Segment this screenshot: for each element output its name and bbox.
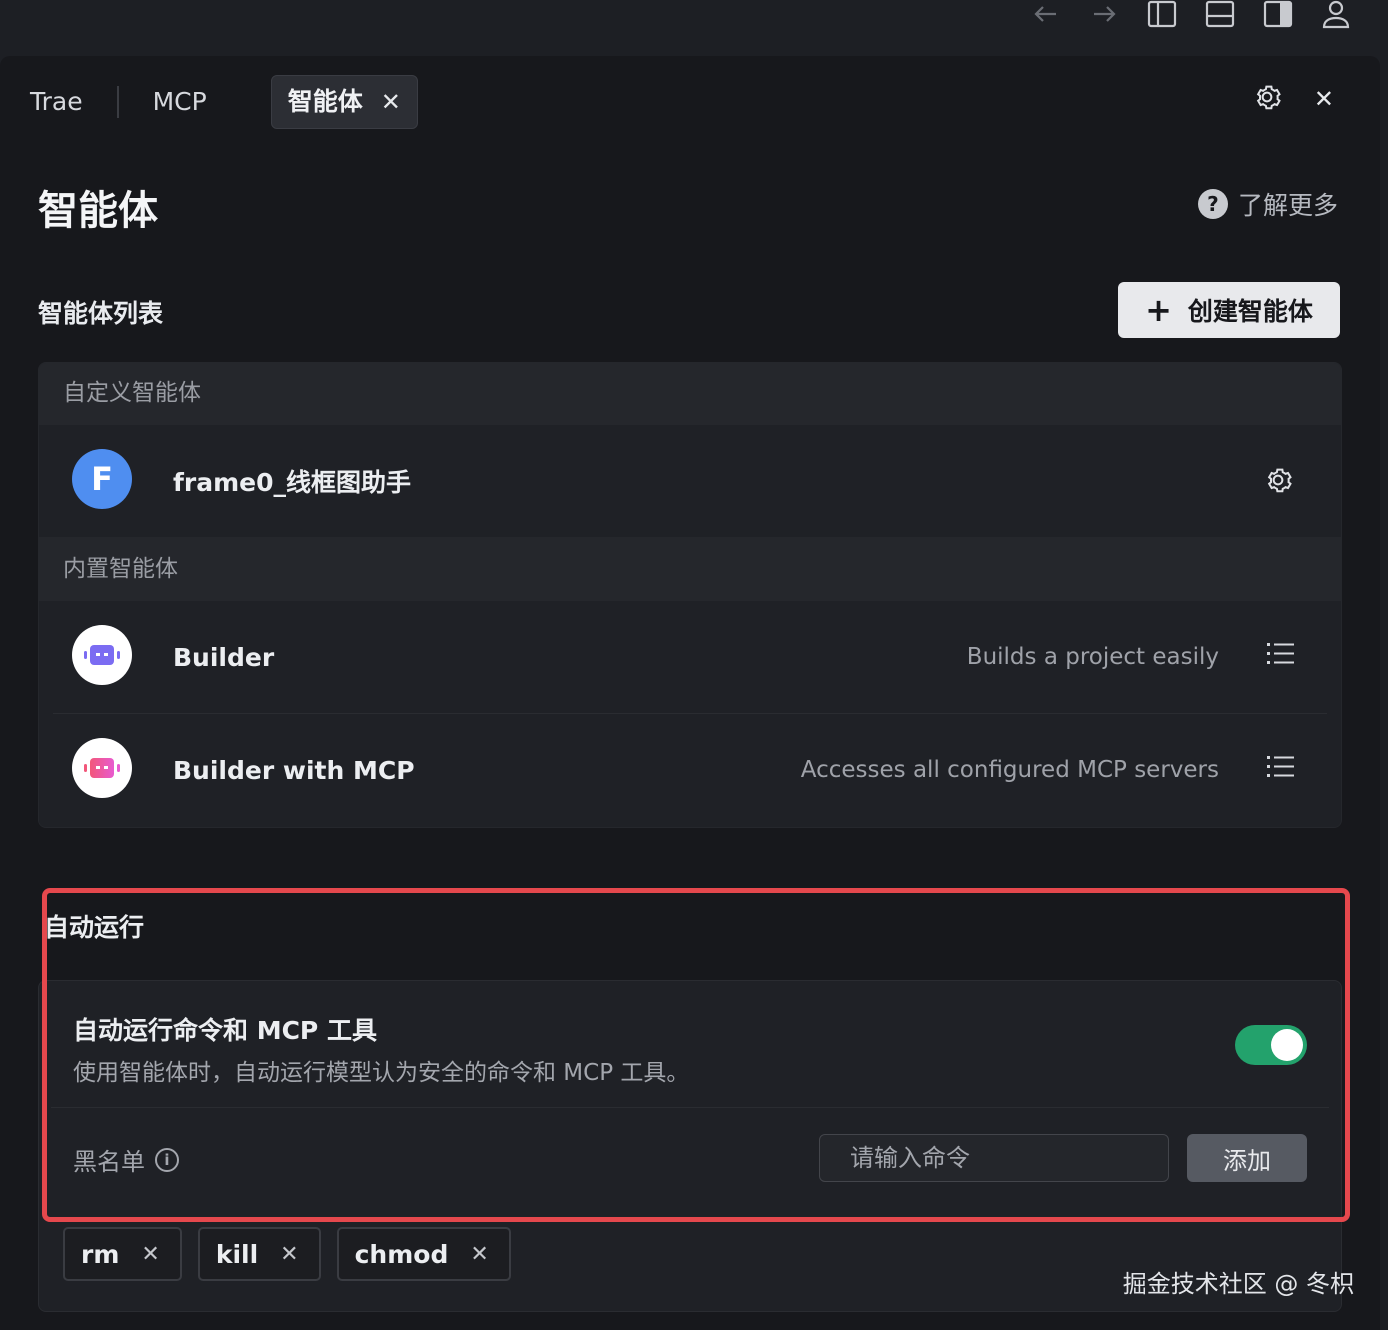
auto-run-option: 自动运行命令和 MCP 工具 使用智能体时，自动运行模型认为安全的命令和 MCP… — [39, 981, 1341, 1107]
back-arrow-icon[interactable] — [1030, 0, 1062, 30]
blacklist-chip: rm ✕ — [63, 1227, 182, 1281]
remove-chip-icon[interactable]: ✕ — [141, 1242, 159, 1267]
close-tab-icon[interactable]: ✕ — [381, 76, 401, 128]
toggle-left-panel-icon[interactable] — [1146, 0, 1178, 30]
blacklist-label: 黑名单 — [73, 1148, 145, 1176]
robot-pink-icon — [72, 738, 132, 798]
agent-description: Builds a project easily — [966, 644, 1219, 670]
tab-agents-label: 智能体 — [287, 87, 363, 116]
agent-description: Accesses all configured MCP servers — [800, 757, 1219, 783]
agent-name: Builder — [173, 642, 275, 672]
tab-agents[interactable]: 智能体 ✕ — [270, 75, 418, 129]
list-icon[interactable] — [1267, 641, 1295, 671]
create-agent-label: 创建智能体 — [1187, 297, 1313, 326]
page-title: 智能体 — [38, 188, 158, 234]
builtin-agents-header: 内置智能体 — [39, 537, 1341, 601]
auto-run-toggle[interactable] — [1235, 1025, 1307, 1065]
agent-name: frame0_线框图助手 — [173, 468, 411, 497]
learn-more-label: 了解更多 — [1237, 191, 1338, 220]
titlebar-icons — [1030, 0, 1352, 30]
blacklist-chips: rm ✕ kill ✕ chmod ✕ — [63, 1227, 511, 1281]
blacklist-chip: chmod ✕ — [336, 1227, 511, 1281]
window-titlebar — [0, 0, 1388, 56]
robot-purple-icon — [72, 625, 132, 685]
forward-arrow-icon[interactable] — [1088, 0, 1120, 30]
info-icon[interactable]: i — [155, 1147, 179, 1172]
toggle-right-panel-icon[interactable] — [1262, 0, 1294, 30]
chip-label: rm — [81, 1239, 120, 1269]
learn-more-link[interactable]: ? 了解更多 — [1197, 186, 1338, 222]
agent-row-builder-mcp[interactable]: Builder with MCP Accesses all configured… — [39, 714, 1341, 826]
agent-row-frame0[interactable]: F frame0_线框图助手 — [39, 425, 1341, 537]
custom-agents-header: 自定义智能体 — [39, 363, 1341, 425]
remove-chip-icon[interactable]: ✕ — [470, 1242, 488, 1267]
agents-list: 自定义智能体 F frame0_线框图助手 内置智能体 Builder Buil… — [38, 362, 1342, 828]
agent-settings-gear-icon[interactable] — [1263, 465, 1293, 499]
blacklist-chip: kill ✕ — [197, 1227, 321, 1281]
help-icon: ? — [1197, 189, 1228, 219]
add-command-button[interactable]: 添加 — [1187, 1134, 1307, 1182]
command-input[interactable] — [819, 1134, 1169, 1182]
auto-run-option-title: 自动运行命令和 MCP 工具 — [73, 1016, 377, 1045]
tab-mcp[interactable]: MCP — [153, 74, 207, 130]
plus-icon: + — [1145, 291, 1172, 329]
auto-run-title: 自动运行 — [44, 913, 145, 942]
agent-name: Builder with MCP — [173, 755, 415, 785]
blacklist-row: 黑名单 i 添加 — [39, 1108, 1341, 1206]
tab-bar: Trae MCP 智能体 ✕ — [30, 74, 418, 130]
tab-divider — [116, 86, 119, 118]
settings-panel: Trae MCP 智能体 ✕ ✕ 智能体 ? 了解更多 智能体列表 + 创建智能… — [0, 56, 1380, 1330]
toggle-knob — [1271, 1029, 1303, 1061]
list-icon[interactable] — [1267, 754, 1295, 784]
account-icon[interactable] — [1320, 0, 1352, 30]
auto-run-option-description: 使用智能体时，自动运行模型认为安全的命令和 MCP 工具。 — [73, 1060, 690, 1086]
chip-label: chmod — [354, 1239, 449, 1269]
settings-gear-icon[interactable] — [1252, 82, 1282, 116]
chip-label: kill — [215, 1239, 259, 1269]
agent-row-builder[interactable]: Builder Builds a project easily — [39, 601, 1341, 713]
remove-chip-icon[interactable]: ✕ — [280, 1242, 298, 1267]
agents-list-title: 智能体列表 — [38, 299, 164, 328]
blacklist-label-group: 黑名单 i — [73, 1142, 179, 1177]
close-panel-icon[interactable]: ✕ — [1314, 85, 1334, 113]
auto-run-settings: 自动运行命令和 MCP 工具 使用智能体时，自动运行模型认为安全的命令和 MCP… — [38, 980, 1342, 1312]
agent-avatar: F — [72, 449, 132, 509]
create-agent-button[interactable]: + 创建智能体 — [1118, 282, 1340, 338]
tab-trae[interactable]: Trae — [30, 74, 83, 130]
panel-actions: ✕ — [1252, 82, 1334, 116]
toggle-bottom-panel-icon[interactable] — [1204, 0, 1236, 30]
watermark: 掘金技术社区 @ 冬枳 — [1122, 1270, 1354, 1298]
